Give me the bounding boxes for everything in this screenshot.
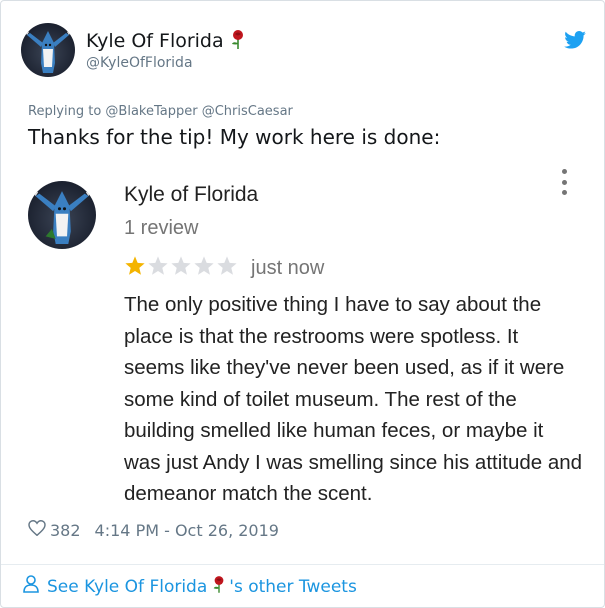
star-icon	[194, 256, 214, 275]
kebab-menu-icon	[560, 169, 568, 195]
tweet-card: Kyle Of Florida @KyleOfFlorida Replying …	[0, 0, 605, 608]
rose-emoji	[212, 575, 226, 598]
person-icon	[23, 575, 39, 598]
like-count[interactable]: 382	[50, 521, 81, 540]
author-handle[interactable]: @KyleOfFlorida	[86, 55, 193, 71]
star-rating	[124, 255, 238, 277]
author-name-row[interactable]: Kyle Of Florida	[86, 29, 246, 54]
star-icon	[125, 256, 145, 275]
star-icon	[171, 256, 191, 275]
author-name[interactable]: Kyle Of Florida	[86, 30, 224, 52]
tweet-text: Thanks for the tip! My work here is done…	[28, 125, 441, 149]
tweet-stats: 382 4:14 PM - Oct 26, 2019	[28, 519, 279, 540]
review-count: 1 review	[124, 217, 199, 239]
rose-emoji	[230, 29, 246, 54]
reviewer-avatar	[28, 181, 96, 249]
star-icon	[217, 256, 237, 275]
review-body: The only positive thing I have to say ab…	[124, 293, 583, 505]
tweet-timestamp[interactable]: 4:14 PM - Oct 26, 2019	[95, 521, 279, 540]
reviewer-name: Kyle of Florida	[124, 183, 259, 206]
heart-icon[interactable]	[28, 519, 46, 540]
replying-to[interactable]: Replying to @BlakeTapper @ChrisCaesar	[28, 104, 293, 119]
see-more-prefix[interactable]: See Kyle Of Florida	[47, 577, 207, 597]
author-avatar[interactable]	[21, 23, 75, 77]
tweet-header: Kyle Of Florida @KyleOfFlorida	[21, 23, 586, 79]
twitter-bird-icon[interactable]	[564, 31, 586, 53]
divider	[1, 564, 604, 565]
review-time: just now	[251, 257, 325, 279]
star-icon	[148, 256, 168, 275]
review-screenshot[interactable]: Kyle of Florida 1 review just now The on…	[21, 161, 586, 513]
see-other-tweets-link[interactable]: See Kyle Of Florida 's other Tweets	[23, 575, 357, 598]
see-more-suffix[interactable]: 's other Tweets	[229, 577, 357, 597]
